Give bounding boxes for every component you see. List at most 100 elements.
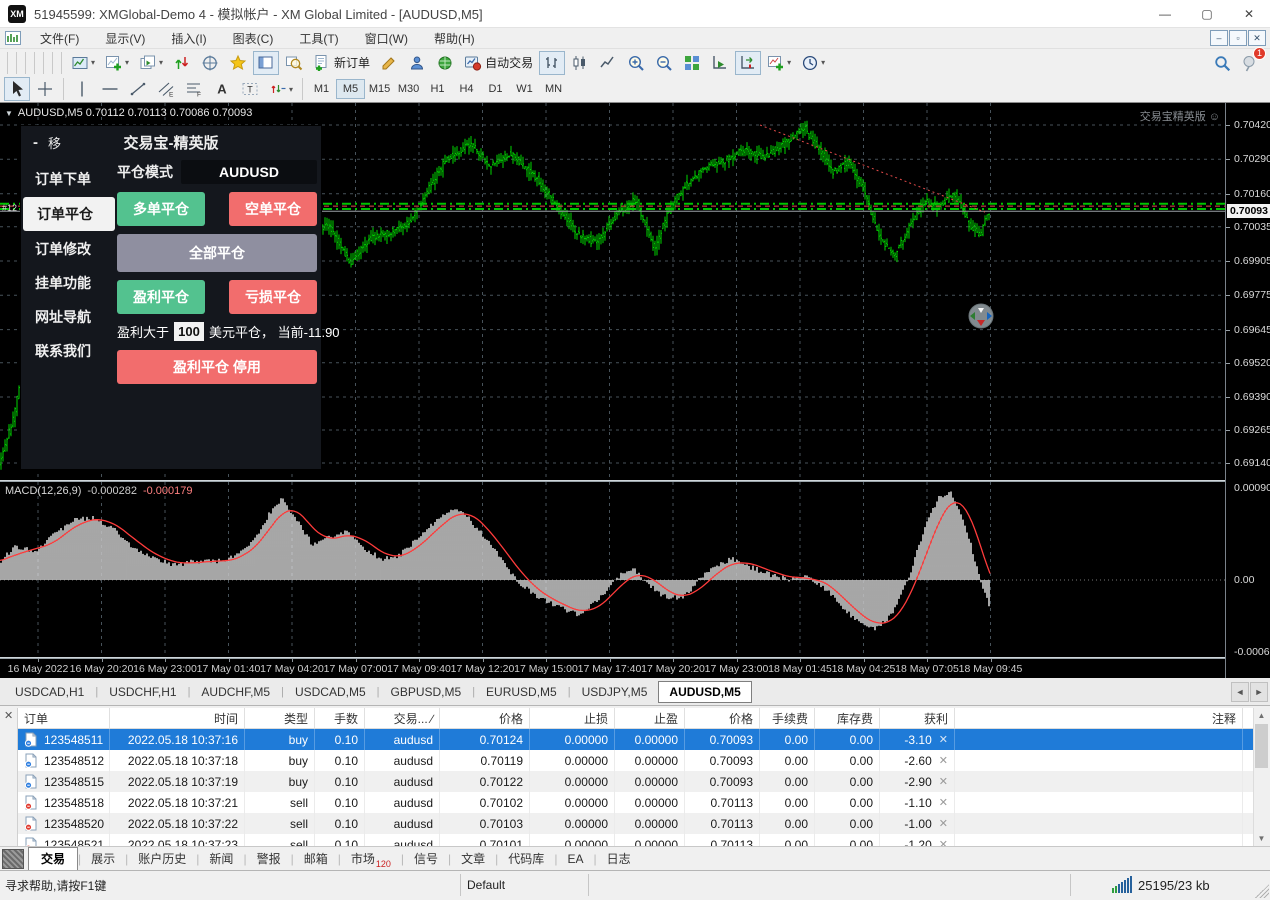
timeframe-MN[interactable]: MN (539, 79, 568, 99)
indicators-button[interactable]: ▾ (763, 51, 795, 75)
column-header-commission[interactable]: 手续费 (760, 708, 815, 728)
terminal-close-icon[interactable]: ✕ (4, 709, 13, 722)
search-icon[interactable] (1209, 51, 1235, 75)
mdi-restore-button[interactable]: ▫ (1229, 30, 1247, 46)
close-order-icon[interactable]: ✕ (939, 733, 948, 746)
column-header-order[interactable]: 订单 (18, 708, 110, 728)
zoom-in-button[interactable] (623, 51, 649, 75)
chevron-down-icon[interactable]: ▾ (821, 58, 825, 67)
terminal-scrollbar[interactable]: ▲ ▼ (1253, 708, 1269, 846)
vline-button[interactable] (69, 77, 95, 101)
column-header-tp[interactable]: 止盈 (615, 708, 685, 728)
macd-indicator-pane[interactable] (0, 482, 1225, 657)
new-chart-button[interactable]: ▾ (101, 51, 133, 75)
fibo-button[interactable]: F (181, 77, 207, 101)
column-header-price2[interactable]: 价格 (685, 708, 760, 728)
chart-tab-GBPUSDM5[interactable]: GBPUSD,M5 (380, 681, 473, 703)
panel-nav-订单修改[interactable]: 订单修改 (21, 232, 117, 266)
panel-nav-网址导航[interactable]: 网址导航 (21, 300, 117, 334)
bottom-tab-邮箱[interactable]: 邮箱 (294, 847, 338, 870)
chevron-down-icon[interactable]: ▾ (787, 58, 791, 67)
close-symbol-field[interactable]: AUDUSD (181, 160, 317, 184)
close-long-button[interactable]: 多单平仓 (117, 192, 205, 226)
column-header-swap[interactable]: 库存费 (815, 708, 880, 728)
market-watch-button[interactable] (169, 51, 195, 75)
text-button[interactable]: A (209, 77, 235, 101)
ohlc-readout[interactable]: ▼ AUDUSD,M5 0.70112 0.70113 0.70086 0.70… (5, 107, 252, 119)
tab-scroll-right-icon[interactable]: ► (1250, 682, 1268, 702)
timeframe-D1[interactable]: D1 (481, 79, 510, 99)
bottom-tab-展示[interactable]: 展示 (81, 847, 125, 870)
bottom-tab-新闻[interactable]: 新闻 (199, 847, 243, 870)
chart-tab-AUDCHFM5[interactable]: AUDCHF,M5 (190, 681, 281, 703)
chart-candles-button[interactable] (567, 51, 593, 75)
cursor-button[interactable] (4, 77, 30, 101)
table-row[interactable]: 1235485152022.05.18 10:37:19buy0.10audus… (18, 771, 1253, 792)
resize-grip[interactable] (1255, 884, 1269, 898)
mdi-close-button[interactable]: ✕ (1248, 30, 1266, 46)
panel-header[interactable]: - 移 交易宝-精英版 (21, 126, 321, 158)
timeframe-M5[interactable]: M5 (336, 79, 365, 99)
chevron-down-icon[interactable]: ▾ (289, 85, 293, 94)
table-row[interactable]: 1235485182022.05.18 10:37:21sell0.10audu… (18, 792, 1253, 813)
chart-line-button[interactable] (595, 51, 621, 75)
chevron-down-icon[interactable]: ▾ (159, 58, 163, 67)
notifications-icon[interactable]: 1 (1237, 51, 1263, 75)
panel-grip-icon[interactable] (2, 849, 24, 869)
table-row[interactable]: 1235485202022.05.18 10:37:22sell0.10audu… (18, 813, 1253, 834)
menu-C[interactable]: 图表(C) (220, 30, 287, 48)
toolbox-button[interactable] (253, 51, 279, 75)
templates-button[interactable]: ▾ (67, 51, 99, 75)
chart-window-icon[interactable] (5, 31, 21, 45)
column-header-type[interactable]: 类型 (245, 708, 315, 728)
menu-H[interactable]: 帮助(H) (421, 30, 488, 48)
profiles-button[interactable]: ▾ (135, 51, 167, 75)
trendline-button[interactable] (125, 77, 151, 101)
data-window-button[interactable] (197, 51, 223, 75)
close-short-button[interactable]: 空单平仓 (229, 192, 317, 226)
new-order-button[interactable]: 新订单 (309, 51, 374, 75)
chart-bars-button[interactable] (539, 51, 565, 75)
label-button[interactable]: T (237, 77, 263, 101)
chart-tab-USDCADM5[interactable]: USDCAD,M5 (284, 681, 377, 703)
bottom-tab-警报[interactable]: 警报 (247, 847, 291, 870)
bottom-tab-EA[interactable]: EA (557, 849, 593, 869)
close-order-icon[interactable]: ✕ (939, 796, 948, 809)
profit-close-toggle-button[interactable]: 盈利平仓 停用 (117, 350, 317, 384)
column-header-symbol[interactable]: 交易... ∕ (365, 708, 440, 728)
panel-nav-订单下单[interactable]: 订单下单 (21, 162, 117, 196)
chart-tab-AUDUSDM5[interactable]: AUDUSD,M5 (658, 681, 751, 703)
timeframe-M1[interactable]: M1 (307, 79, 336, 99)
chart-shift-button[interactable] (735, 51, 761, 75)
bottom-tab-交易[interactable]: 交易 (28, 847, 78, 871)
timeframe-H1[interactable]: H1 (423, 79, 452, 99)
menu-T[interactable]: 工具(T) (286, 30, 351, 48)
panel-nav-联系我们[interactable]: 联系我们 (21, 334, 117, 368)
periods-button[interactable]: ▾ (797, 51, 829, 75)
timeframe-M30[interactable]: M30 (394, 79, 423, 99)
column-header-sl[interactable]: 止损 (530, 708, 615, 728)
maximize-button[interactable]: ▢ (1186, 0, 1228, 27)
shapes-button[interactable]: ▾ (265, 77, 297, 101)
bottom-tab-市场[interactable]: 市场120 (341, 847, 401, 870)
menu-F[interactable]: 文件(F) (27, 30, 92, 48)
profit-threshold-input[interactable] (174, 322, 204, 341)
chart-window[interactable]: ▼ AUDUSD,M5 0.70112 0.70113 0.70086 0.70… (0, 103, 1270, 678)
column-header-price[interactable]: 价格 (440, 708, 530, 728)
column-header-time[interactable]: 时间 (110, 708, 245, 728)
table-row[interactable]: 1235485122022.05.18 10:37:18buy0.10audus… (18, 750, 1253, 771)
price-scale[interactable]: 0.70093 0.704200.702900.701600.700350.69… (1225, 103, 1270, 678)
table-row[interactable]: 1235485112022.05.18 10:37:16buy0.10audus… (18, 729, 1253, 750)
bottom-tab-文章[interactable]: 文章 (451, 847, 495, 870)
connect-button[interactable] (432, 51, 458, 75)
status-profile[interactable]: Default (467, 878, 505, 892)
tester-button[interactable] (281, 51, 307, 75)
mdi-minimize-button[interactable]: ‒ (1210, 30, 1228, 46)
chart-tab-USDCHFH1[interactable]: USDCHF,H1 (98, 681, 187, 703)
tab-scroll-left-icon[interactable]: ◄ (1231, 682, 1249, 702)
menu-I[interactable]: 插入(I) (158, 30, 219, 48)
column-header-profit[interactable]: 获利 (880, 708, 955, 728)
close-button[interactable]: ✕ (1228, 0, 1270, 27)
symbol-dropdown-icon[interactable]: ▼ (5, 109, 13, 118)
chevron-down-icon[interactable]: ▾ (125, 58, 129, 67)
